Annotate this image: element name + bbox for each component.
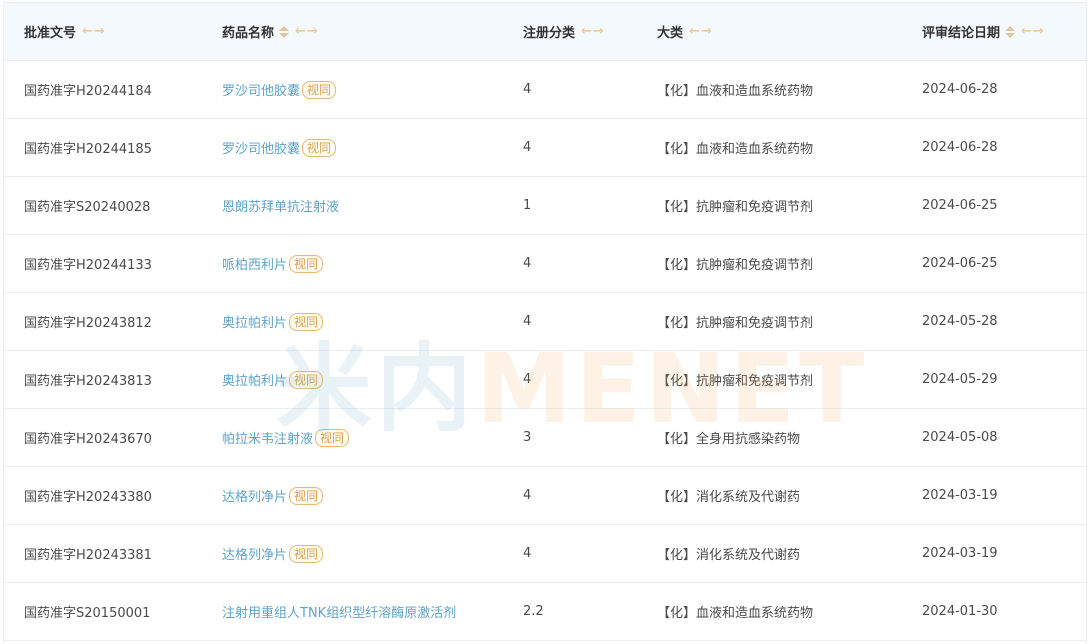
drug-name-cell: 达格列净片 视同 (222, 525, 324, 582)
drug-name-cell: 恩朗苏拜单抗注射液 (222, 177, 339, 234)
table-row: 国药准字H20243380 达格列净片 视同 4 【化】消化系统及代谢药 202… (4, 467, 1086, 525)
drug-class: 【化】血液和造血系统药物 (657, 142, 814, 157)
approval-number: 国药准字H20244184 (24, 84, 152, 99)
table-row: 国药准字H20244185 罗沙司他胶囊 视同 4 【化】血液和造血系统药物 2… (4, 119, 1086, 177)
approval-number: 国药准字H20244133 (24, 258, 152, 273)
drug-name-link[interactable]: 达格列净片 (222, 544, 287, 563)
review-date: 2024-05-08 (922, 430, 998, 445)
drug-class: 【化】抗肿瘤和免疫调节剂 (657, 200, 814, 215)
review-date: 2024-06-25 (922, 198, 998, 213)
table-row: 国药准字H20244184 罗沙司他胶囊 视同 4 【化】血液和造血系统药物 2… (4, 61, 1086, 119)
column-move-arrows-icon[interactable]: ←→ (1021, 24, 1045, 39)
equivalence-badge: 视同 (289, 370, 324, 389)
drug-name-link[interactable]: 恩朗苏拜单抗注射液 (222, 196, 339, 215)
equivalence-badge: 视同 (289, 486, 324, 505)
equivalence-badge: 视同 (302, 138, 337, 157)
equivalence-badge: 视同 (289, 544, 324, 563)
col-approval-header[interactable]: 批准文号 ←→ (24, 3, 106, 60)
table-header: 批准文号 ←→ 药品名称 ←→ 注册分类 ←→ 大类 ←→ 评审结论日期 ←→ (4, 3, 1086, 61)
drug-class: 【化】抗肿瘤和免疫调节剂 (657, 316, 814, 331)
approval-number: 国药准字S20150001 (24, 606, 151, 621)
drug-name-link[interactable]: 奥拉帕利片 (222, 370, 287, 389)
col-drug-header[interactable]: 药品名称 ←→ (222, 3, 319, 60)
col-approval-label: 批准文号 (24, 26, 77, 41)
review-date: 2024-05-28 (922, 314, 998, 329)
drug-name-link[interactable]: 罗沙司他胶囊 (222, 138, 300, 157)
registration-category: 1 (523, 198, 532, 213)
registration-category: 4 (523, 140, 532, 155)
col-date-header[interactable]: 评审结论日期 ←→ (922, 3, 1045, 60)
sort-icon[interactable] (1005, 25, 1016, 38)
approval-number: 国药准字H20244185 (24, 142, 152, 157)
table-row: 国药准字H20243381 达格列净片 视同 4 【化】消化系统及代谢药 202… (4, 525, 1086, 583)
drug-class: 【化】全身用抗感染药物 (657, 432, 801, 447)
approval-number: 国药准字H20243812 (24, 316, 152, 331)
drug-class: 【化】抗肿瘤和免疫调节剂 (657, 258, 814, 273)
col-category-header[interactable]: 注册分类 ←→ (523, 3, 605, 60)
registration-category: 4 (523, 82, 532, 97)
drug-class: 【化】抗肿瘤和免疫调节剂 (657, 374, 814, 389)
registration-category: 3 (523, 430, 532, 445)
sort-icon[interactable] (279, 25, 290, 38)
column-move-arrows-icon[interactable]: ←→ (581, 24, 605, 39)
registration-category: 4 (523, 372, 532, 387)
review-date: 2024-01-30 (922, 604, 998, 619)
table-row: 国药准字S20240028 恩朗苏拜单抗注射液 1 【化】抗肿瘤和免疫调节剂 2… (4, 177, 1086, 235)
drug-approval-table: 批准文号 ←→ 药品名称 ←→ 注册分类 ←→ 大类 ←→ 评审结论日期 ←→ … (3, 2, 1087, 643)
equivalence-badge: 视同 (289, 312, 324, 331)
drug-name-link[interactable]: 注射用重组人TNK组织型纤溶酶原激活剂 (222, 602, 456, 621)
drug-name-cell: 哌柏西利片 视同 (222, 235, 324, 292)
table-row: 国药准字S20150001 注射用重组人TNK组织型纤溶酶原激活剂 2.2 【化… (4, 583, 1086, 641)
col-class-label: 大类 (657, 26, 684, 41)
drug-class: 【化】血液和造血系统药物 (657, 84, 814, 99)
drug-name-cell: 奥拉帕利片 视同 (222, 293, 324, 350)
approval-number: 国药准字H20243381 (24, 548, 152, 563)
review-date: 2024-03-19 (922, 546, 998, 561)
drug-name-cell: 帕拉米韦注射液 视同 (222, 409, 350, 466)
approval-number: 国药准字H20243380 (24, 490, 152, 505)
col-drug-label: 药品名称 (222, 26, 275, 41)
equivalence-badge: 视同 (315, 428, 350, 447)
column-move-arrows-icon[interactable]: ←→ (82, 24, 106, 39)
table-row: 国药准字H20243670 帕拉米韦注射液 视同 3 【化】全身用抗感染药物 2… (4, 409, 1086, 467)
drug-class: 【化】消化系统及代谢药 (657, 490, 801, 505)
drug-name-link[interactable]: 达格列净片 (222, 486, 287, 505)
col-class-header[interactable]: 大类 ←→ (657, 3, 713, 60)
review-date: 2024-06-28 (922, 140, 998, 155)
registration-category: 2.2 (523, 604, 544, 619)
registration-category: 4 (523, 488, 532, 503)
table-row: 国药准字H20243812 奥拉帕利片 视同 4 【化】抗肿瘤和免疫调节剂 20… (4, 293, 1086, 351)
review-date: 2024-03-19 (922, 488, 998, 503)
equivalence-badge: 视同 (302, 80, 337, 99)
col-category-label: 注册分类 (523, 26, 576, 41)
column-move-arrows-icon[interactable]: ←→ (295, 24, 319, 39)
review-date: 2024-06-28 (922, 82, 998, 97)
registration-category: 4 (523, 314, 532, 329)
review-date: 2024-06-25 (922, 256, 998, 271)
drug-class: 【化】消化系统及代谢药 (657, 548, 801, 563)
drug-name-cell: 奥拉帕利片 视同 (222, 351, 324, 408)
drug-name-cell: 达格列净片 视同 (222, 467, 324, 524)
drug-name-link[interactable]: 罗沙司他胶囊 (222, 80, 300, 99)
drug-name-cell: 罗沙司他胶囊 视同 (222, 119, 337, 176)
registration-category: 4 (523, 256, 532, 271)
column-move-arrows-icon[interactable]: ←→ (689, 24, 713, 39)
drug-class: 【化】血液和造血系统药物 (657, 606, 814, 621)
table-row: 国药准字H20243813 奥拉帕利片 视同 4 【化】抗肿瘤和免疫调节剂 20… (4, 351, 1086, 409)
equivalence-badge: 视同 (289, 254, 324, 273)
drug-name-link[interactable]: 奥拉帕利片 (222, 312, 287, 331)
approval-number: 国药准字H20243670 (24, 432, 152, 447)
table-row: 国药准字H20244133 哌柏西利片 视同 4 【化】抗肿瘤和免疫调节剂 20… (4, 235, 1086, 293)
registration-category: 4 (523, 546, 532, 561)
drug-name-cell: 注射用重组人TNK组织型纤溶酶原激活剂 (222, 583, 456, 640)
approval-number: 国药准字H20243813 (24, 374, 152, 389)
drug-name-link[interactable]: 帕拉米韦注射液 (222, 428, 313, 447)
approval-number: 国药准字S20240028 (24, 200, 151, 215)
col-date-label: 评审结论日期 (922, 26, 1001, 41)
drug-name-cell: 罗沙司他胶囊 视同 (222, 61, 337, 118)
review-date: 2024-05-29 (922, 372, 998, 387)
drug-name-link[interactable]: 哌柏西利片 (222, 254, 287, 273)
